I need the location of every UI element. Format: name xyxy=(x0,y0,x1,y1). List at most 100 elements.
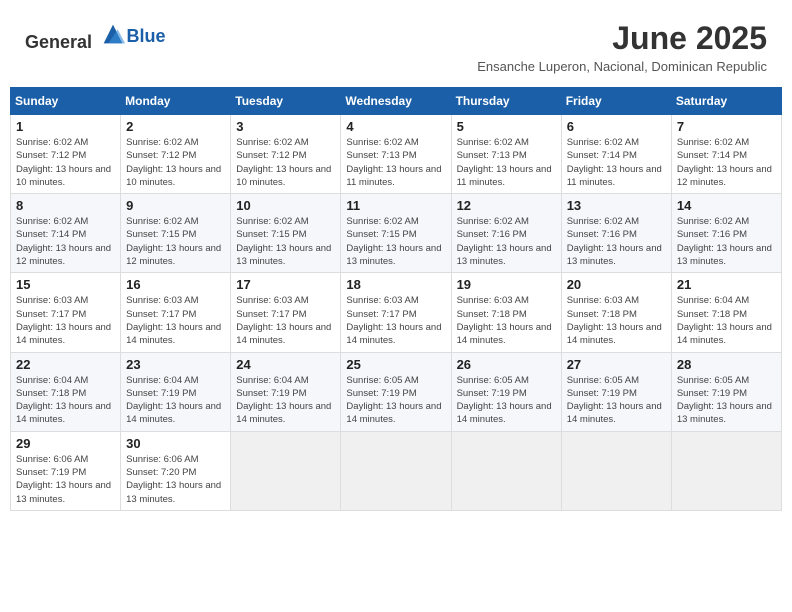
day-info: Sunrise: 6:02 AMSunset: 7:14 PMDaylight:… xyxy=(16,215,115,268)
day-number: 29 xyxy=(16,436,115,451)
day-number: 16 xyxy=(126,277,225,292)
day-number: 21 xyxy=(677,277,776,292)
day-number: 1 xyxy=(16,119,115,134)
day-number: 22 xyxy=(16,357,115,372)
column-header-saturday: Saturday xyxy=(671,88,781,115)
calendar-cell: 21 Sunrise: 6:04 AMSunset: 7:18 PMDayligh… xyxy=(671,273,781,352)
calendar-table: SundayMondayTuesdayWednesdayThursdayFrid… xyxy=(10,87,782,511)
day-info: Sunrise: 6:03 AMSunset: 7:17 PMDaylight:… xyxy=(236,294,335,347)
day-number: 2 xyxy=(126,119,225,134)
calendar-week-5: 29 Sunrise: 6:06 AMSunset: 7:19 PMDayligh… xyxy=(11,431,782,510)
column-header-friday: Friday xyxy=(561,88,671,115)
day-number: 20 xyxy=(567,277,666,292)
day-number: 19 xyxy=(457,277,556,292)
calendar-cell: 17 Sunrise: 6:03 AMSunset: 7:17 PMDayligh… xyxy=(231,273,341,352)
calendar-cell: 5 Sunrise: 6:02 AMSunset: 7:13 PMDaylight… xyxy=(451,115,561,194)
calendar-cell: 26Sunrise: 6:05 AMSunset: 7:19 PMDayligh… xyxy=(451,352,561,431)
calendar-cell: 29 Sunrise: 6:06 AMSunset: 7:19 PMDayligh… xyxy=(11,431,121,510)
day-info: Sunrise: 6:03 AMSunset: 7:18 PMDaylight:… xyxy=(457,294,556,347)
calendar-cell: 19 Sunrise: 6:03 AMSunset: 7:18 PMDayligh… xyxy=(451,273,561,352)
day-info: Sunrise: 6:05 AMSunset: 7:19 PMDaylight:… xyxy=(677,374,776,427)
day-info: Sunrise: 6:02 AMSunset: 7:15 PMDaylight:… xyxy=(346,215,445,268)
day-number: 6 xyxy=(567,119,666,134)
day-info: Sunrise: 6:02 AMSunset: 7:14 PMDaylight:… xyxy=(567,136,666,189)
month-year-title: June 2025 xyxy=(477,20,767,57)
day-number: 4 xyxy=(346,119,445,134)
day-number: 24 xyxy=(236,357,335,372)
day-info: Sunrise: 6:04 AMSunset: 7:18 PMDaylight:… xyxy=(677,294,776,347)
calendar-cell xyxy=(671,431,781,510)
calendar-cell: 16 Sunrise: 6:03 AMSunset: 7:17 PMDayligh… xyxy=(121,273,231,352)
logo-text-general: General xyxy=(25,32,92,52)
day-info: Sunrise: 6:04 AMSunset: 7:19 PMDaylight:… xyxy=(236,374,335,427)
day-number: 18 xyxy=(346,277,445,292)
day-number: 7 xyxy=(677,119,776,134)
calendar-cell: 7 Sunrise: 6:02 AMSunset: 7:14 PMDaylight… xyxy=(671,115,781,194)
title-area: June 2025 Ensanche Luperon, Nacional, Do… xyxy=(477,20,767,74)
day-info: Sunrise: 6:02 AMSunset: 7:15 PMDaylight:… xyxy=(126,215,225,268)
day-info: Sunrise: 6:02 AMSunset: 7:12 PMDaylight:… xyxy=(16,136,115,189)
logo-icon xyxy=(99,20,127,48)
day-info: Sunrise: 6:03 AMSunset: 7:17 PMDaylight:… xyxy=(346,294,445,347)
day-info: Sunrise: 6:06 AMSunset: 7:20 PMDaylight:… xyxy=(126,453,225,506)
column-header-tuesday: Tuesday xyxy=(231,88,341,115)
day-info: Sunrise: 6:02 AMSunset: 7:15 PMDaylight:… xyxy=(236,215,335,268)
day-info: Sunrise: 6:04 AMSunset: 7:18 PMDaylight:… xyxy=(16,374,115,427)
calendar-cell: 9 Sunrise: 6:02 AMSunset: 7:15 PMDaylight… xyxy=(121,194,231,273)
day-number: 17 xyxy=(236,277,335,292)
day-info: Sunrise: 6:05 AMSunset: 7:19 PMDaylight:… xyxy=(457,374,556,427)
column-header-thursday: Thursday xyxy=(451,88,561,115)
calendar-cell: 1 Sunrise: 6:02 AMSunset: 7:12 PMDaylight… xyxy=(11,115,121,194)
day-info: Sunrise: 6:02 AMSunset: 7:12 PMDaylight:… xyxy=(126,136,225,189)
day-number: 11 xyxy=(346,198,445,213)
calendar-cell: 2 Sunrise: 6:02 AMSunset: 7:12 PMDaylight… xyxy=(121,115,231,194)
day-info: Sunrise: 6:02 AMSunset: 7:16 PMDaylight:… xyxy=(677,215,776,268)
calendar-cell xyxy=(561,431,671,510)
day-info: Sunrise: 6:02 AMSunset: 7:16 PMDaylight:… xyxy=(457,215,556,268)
calendar-cell: 18 Sunrise: 6:03 AMSunset: 7:17 PMDayligh… xyxy=(341,273,451,352)
day-number: 14 xyxy=(677,198,776,213)
calendar-cell: 13Sunrise: 6:02 AMSunset: 7:16 PMDayligh… xyxy=(561,194,671,273)
calendar-week-1: 1 Sunrise: 6:02 AMSunset: 7:12 PMDaylight… xyxy=(11,115,782,194)
logo-wordmark: General xyxy=(25,20,127,53)
calendar-cell: 27Sunrise: 6:05 AMSunset: 7:19 PMDayligh… xyxy=(561,352,671,431)
calendar-header-row: SundayMondayTuesdayWednesdayThursdayFrid… xyxy=(11,88,782,115)
day-number: 3 xyxy=(236,119,335,134)
day-number: 30 xyxy=(126,436,225,451)
day-number: 8 xyxy=(16,198,115,213)
calendar-week-3: 15 Sunrise: 6:03 AMSunset: 7:17 PMDayligh… xyxy=(11,273,782,352)
day-number: 9 xyxy=(126,198,225,213)
header: General Blue June 2025 Ensanche Luperon,… xyxy=(10,10,782,79)
column-header-wednesday: Wednesday xyxy=(341,88,451,115)
day-info: Sunrise: 6:02 AMSunset: 7:13 PMDaylight:… xyxy=(346,136,445,189)
day-info: Sunrise: 6:06 AMSunset: 7:19 PMDaylight:… xyxy=(16,453,115,506)
day-info: Sunrise: 6:03 AMSunset: 7:17 PMDaylight:… xyxy=(126,294,225,347)
calendar-cell: 24 Sunrise: 6:04 AMSunset: 7:19 PMDayligh… xyxy=(231,352,341,431)
day-number: 28 xyxy=(677,357,776,372)
day-number: 25 xyxy=(346,357,445,372)
day-number: 15 xyxy=(16,277,115,292)
day-info: Sunrise: 6:02 AMSunset: 7:14 PMDaylight:… xyxy=(677,136,776,189)
calendar-cell: 28 Sunrise: 6:05 AMSunset: 7:19 PMDayligh… xyxy=(671,352,781,431)
column-header-monday: Monday xyxy=(121,88,231,115)
day-number: 12 xyxy=(457,198,556,213)
day-number: 5 xyxy=(457,119,556,134)
calendar-cell: 30 Sunrise: 6:06 AMSunset: 7:20 PMDayligh… xyxy=(121,431,231,510)
calendar-cell: 12 Sunrise: 6:02 AMSunset: 7:16 PMDayligh… xyxy=(451,194,561,273)
calendar-cell xyxy=(341,431,451,510)
column-header-sunday: Sunday xyxy=(11,88,121,115)
day-info: Sunrise: 6:02 AMSunset: 7:13 PMDaylight:… xyxy=(457,136,556,189)
calendar-cell: 20 Sunrise: 6:03 AMSunset: 7:18 PMDayligh… xyxy=(561,273,671,352)
calendar-cell: 15Sunrise: 6:03 AMSunset: 7:17 PMDayligh… xyxy=(11,273,121,352)
day-number: 10 xyxy=(236,198,335,213)
logo: General Blue xyxy=(25,20,166,53)
day-number: 27 xyxy=(567,357,666,372)
calendar-cell: 6 Sunrise: 6:02 AMSunset: 7:14 PMDaylight… xyxy=(561,115,671,194)
logo-text-blue: Blue xyxy=(127,26,166,47)
calendar-cell: 25 Sunrise: 6:05 AMSunset: 7:19 PMDayligh… xyxy=(341,352,451,431)
calendar-week-4: 22 Sunrise: 6:04 AMSunset: 7:18 PMDayligh… xyxy=(11,352,782,431)
day-info: Sunrise: 6:05 AMSunset: 7:19 PMDaylight:… xyxy=(346,374,445,427)
calendar-cell: 3Sunrise: 6:02 AMSunset: 7:12 PMDaylight… xyxy=(231,115,341,194)
calendar-cell: 8 Sunrise: 6:02 AMSunset: 7:14 PMDaylight… xyxy=(11,194,121,273)
day-info: Sunrise: 6:03 AMSunset: 7:18 PMDaylight:… xyxy=(567,294,666,347)
